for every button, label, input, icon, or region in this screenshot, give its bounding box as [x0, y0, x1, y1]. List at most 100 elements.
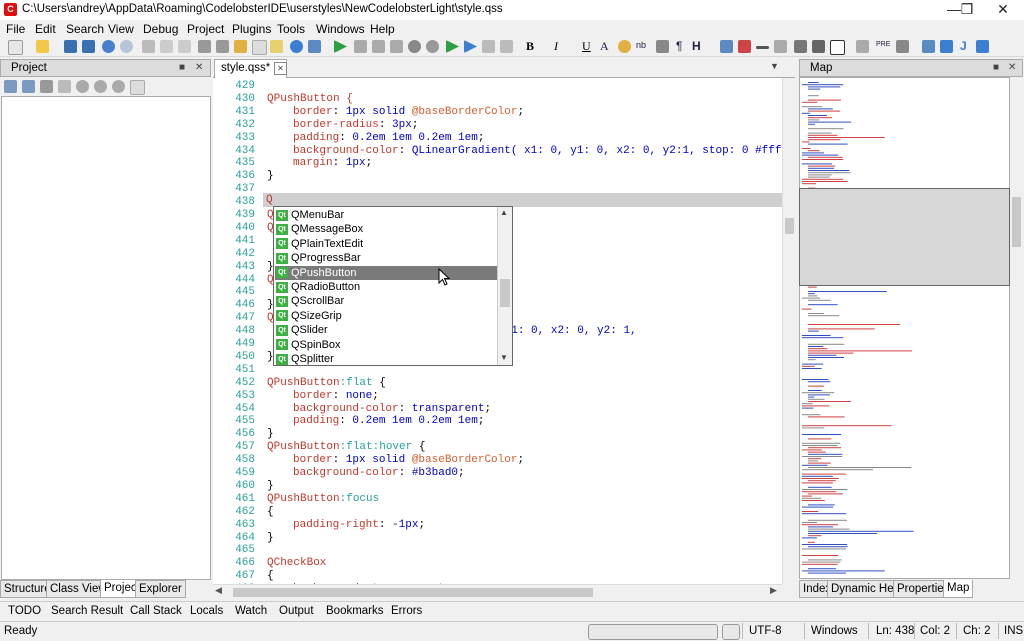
maximize-button[interactable]: ❐	[950, 0, 984, 20]
scroll-left-icon[interactable]: ◀	[215, 585, 222, 596]
open-folder-icon[interactable]	[36, 40, 49, 53]
step-icon[interactable]	[354, 40, 367, 53]
step-into-icon[interactable]	[446, 40, 459, 53]
menu-edit[interactable]: Edit	[35, 22, 56, 36]
panel-icon[interactable]	[252, 40, 267, 55]
tab-search-result[interactable]: Search Result	[51, 605, 123, 617]
minimap-viewport[interactable]	[799, 188, 1010, 286]
bold-icon[interactable]: B	[526, 39, 534, 54]
tab-map[interactable]: Map	[943, 580, 974, 598]
close-tab-icon[interactable]: ✕	[274, 62, 287, 75]
stop-icon[interactable]	[390, 40, 403, 53]
tab-call-stack[interactable]: Call Stack	[130, 605, 182, 617]
italic-icon[interactable]: I	[554, 39, 558, 54]
autocomplete-scrollbar[interactable]: ▲ ▼	[497, 207, 512, 365]
ordered-list-icon[interactable]	[896, 40, 909, 53]
menu-search[interactable]: Search	[66, 22, 104, 36]
project-tool-4-icon[interactable]	[58, 80, 71, 93]
bookmark-icon[interactable]	[234, 40, 247, 53]
grid-icon[interactable]	[308, 40, 321, 53]
step-pause-icon[interactable]	[482, 40, 495, 53]
autocomplete-item[interactable]: Qt QRadioButton	[275, 280, 499, 294]
save-icon[interactable]	[64, 40, 77, 53]
table-icon[interactable]	[856, 40, 869, 53]
editor-hscroll-thumb[interactable]	[233, 588, 593, 597]
menu-help[interactable]: Help	[370, 22, 395, 36]
autocomplete-item[interactable]: Qt QSizeGrip	[275, 309, 499, 323]
tab-locals[interactable]: Locals	[190, 605, 223, 617]
anchor-icon[interactable]	[794, 40, 807, 53]
media-icon[interactable]	[738, 40, 751, 53]
map-close-icon[interactable]: ✕	[1008, 60, 1016, 76]
autocomplete-item[interactable]: Qt QMenuBar	[275, 208, 499, 222]
step-stop-icon[interactable]	[500, 40, 513, 53]
autocomplete-item[interactable]: Qt QSlider	[275, 323, 499, 337]
cut-icon[interactable]	[142, 40, 155, 53]
autocomplete-item[interactable]: Qt QPlainTextEdit	[275, 237, 499, 251]
notes-icon[interactable]	[270, 40, 283, 53]
project-tool-1-icon[interactable]	[4, 80, 17, 93]
pause-icon[interactable]	[372, 40, 385, 53]
status-encoding[interactable]: UTF-8	[749, 625, 782, 637]
heading-icon[interactable]: H	[692, 39, 701, 53]
autocomplete-item[interactable]: Qt QSplitter	[275, 352, 499, 365]
scroll-right-icon[interactable]: ▶	[770, 585, 777, 596]
map-vertical-scrollbar[interactable]	[1010, 77, 1023, 579]
map-scroll-thumb[interactable]	[1012, 197, 1021, 247]
autocomplete-item[interactable]: Qt QPushButton	[275, 265, 499, 280]
list-icon[interactable]	[812, 40, 825, 53]
step-over-icon[interactable]	[464, 40, 477, 53]
new-file-icon[interactable]	[8, 40, 23, 55]
menu-view[interactable]: View	[108, 22, 134, 36]
autocomplete-popup[interactable]: Qt QMenuBar Qt QMessageBox Qt QPlainTextEdit Q…	[273, 206, 513, 366]
autocomplete-item[interactable]: Qt QMessageBox	[275, 222, 499, 236]
watch-icon[interactable]	[426, 40, 439, 53]
tab-list-icon[interactable]: ▼	[770, 61, 779, 71]
autocomplete-scroll-thumb[interactable]	[500, 279, 510, 307]
project-tool-8-icon[interactable]	[130, 80, 145, 95]
autocomplete-item[interactable]: Qt QProgressBar	[275, 251, 499, 265]
emoji-icon[interactable]	[618, 40, 631, 53]
nbsp-icon[interactable]: nb	[636, 40, 646, 50]
editor-vertical-scrollbar[interactable]	[782, 78, 796, 584]
menu-plugins[interactable]: Plugins	[232, 22, 271, 36]
tab-watch[interactable]: Watch	[235, 605, 267, 617]
close-panel-icon[interactable]: ✕	[195, 60, 203, 76]
input-icon[interactable]	[940, 40, 953, 53]
map-pin-icon[interactable]: ■	[993, 60, 999, 76]
status-line-endings[interactable]: Windows	[811, 625, 858, 637]
close-button[interactable]: ✕	[986, 0, 1020, 20]
javascript-icon[interactable]: J	[960, 39, 967, 53]
image-icon[interactable]	[720, 40, 733, 53]
autocomplete-scroll-up-icon[interactable]: ▲	[500, 208, 508, 217]
paragraph-icon[interactable]: ¶	[676, 39, 682, 53]
frame-icon[interactable]	[830, 40, 845, 55]
replace-icon[interactable]	[216, 40, 229, 53]
save-all-icon[interactable]	[82, 40, 95, 53]
menu-project[interactable]: Project	[187, 22, 224, 36]
editor-vscroll-thumb[interactable]	[785, 218, 794, 234]
project-tool-7-icon[interactable]	[112, 80, 125, 93]
help-icon[interactable]	[290, 40, 303, 53]
autocomplete-scroll-down-icon[interactable]: ▼	[500, 353, 508, 362]
project-tool-2-icon[interactable]	[22, 80, 35, 93]
special-chars-icon[interactable]	[774, 40, 787, 53]
find-icon[interactable]	[198, 40, 211, 53]
pin-icon[interactable]: ■	[179, 60, 185, 76]
paste-icon[interactable]	[178, 40, 191, 53]
menu-windows[interactable]: Windows	[316, 22, 365, 36]
editor-horizontal-scrollbar[interactable]: ◀ ▶	[213, 584, 782, 600]
editor-tab-style-qss[interactable]: style.qss* ✕	[214, 59, 287, 78]
autocomplete-item[interactable]: Qt QScrollBar	[275, 294, 499, 308]
pre-icon[interactable]: PRE	[876, 41, 890, 48]
redo-icon[interactable]	[120, 40, 133, 53]
tab-todo[interactable]: TODO	[8, 605, 41, 617]
tab-errors[interactable]: Errors	[391, 605, 422, 617]
tab-explorer[interactable]: Explorer	[135, 580, 186, 598]
copy-icon[interactable]	[160, 40, 173, 53]
tab-bookmarks[interactable]: Bookmarks	[326, 605, 384, 617]
css-icon[interactable]	[976, 40, 989, 53]
underline-icon[interactable]: U	[582, 39, 591, 54]
menu-file[interactable]: File	[6, 22, 25, 36]
menu-tools[interactable]: Tools	[277, 22, 305, 36]
